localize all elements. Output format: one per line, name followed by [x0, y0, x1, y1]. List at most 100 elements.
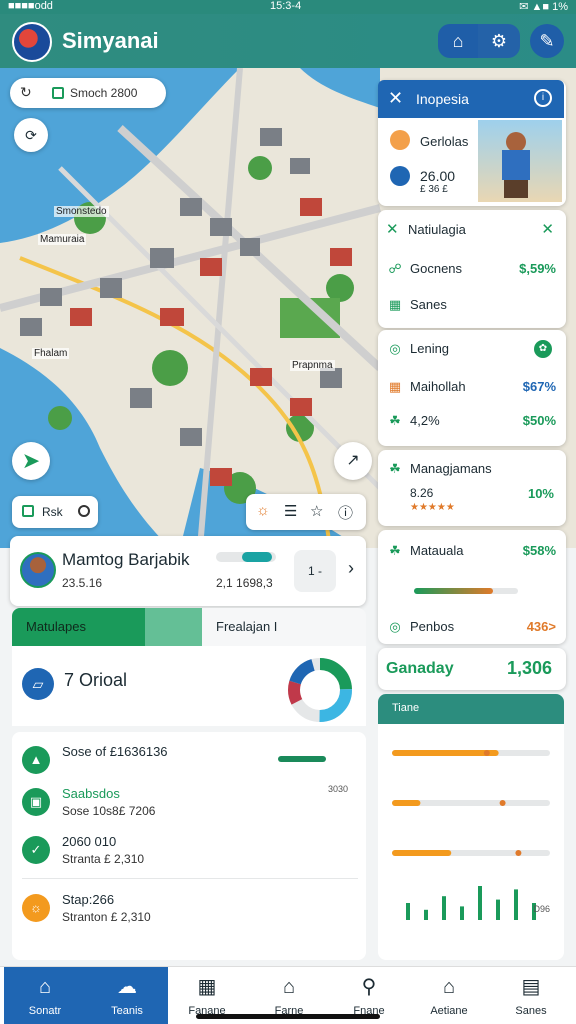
map-label: Prapnma [290, 360, 335, 371]
app-logo [12, 22, 52, 62]
layers-icon[interactable]: ☰ [284, 502, 297, 520]
map-label: Smonstedo [54, 206, 109, 217]
nav-item-sonatr[interactable]: ⌂ Sonatr [4, 967, 86, 1024]
nav-label: Teanis [111, 1005, 143, 1017]
item-sub: Sose 10s8£ 7206 [62, 804, 156, 818]
navigate-icon[interactable]: ➤ [12, 442, 50, 480]
map-search-chip[interactable]: ↻ Smoch 2800 [10, 78, 166, 108]
card1-value: 26.00 [420, 168, 456, 184]
list-item[interactable]: ▣ Saabsdos Sose 10s8£ 7206 3030 [22, 784, 358, 834]
checkbox-icon [22, 505, 34, 517]
summary-card: ▱ 7 Orioal [12, 646, 366, 726]
nav-label: Sanes [515, 1005, 547, 1017]
side-card-1: ✕ Inopesia i Gerlolas 26.00 £ 36 £ [378, 80, 566, 206]
nav-item-sanes[interactable]: ▤ Sanes [490, 967, 572, 1024]
chart-spark-bar [514, 889, 518, 920]
info-icon[interactable]: ⓘ [338, 502, 353, 523]
item-title: 2060 010 [62, 834, 117, 849]
side-card-3: ◎ Lening ✿ ▦ Maihollah $67% ☘ 4,2% $50% [378, 330, 566, 446]
nav-item-teanis[interactable]: ☁ Teanis [86, 967, 168, 1024]
item-sub: Stranton £ 2,310 [62, 910, 151, 924]
chart-bar [392, 750, 499, 756]
item-title: Sose of £1636136 [62, 744, 168, 759]
mini-chart: Tiane D96 [378, 694, 564, 960]
row-value: $,59% [519, 261, 556, 276]
tower-icon: ▱ [22, 668, 54, 700]
home-outline-icon[interactable]: ⌂ [438, 24, 478, 58]
chart-spark-bar [496, 899, 500, 920]
chevron-right-icon[interactable]: › [348, 558, 354, 579]
nav-item-aetiane[interactable]: ⌂ Aetiane [408, 967, 490, 1024]
chart-spark-bar [478, 886, 482, 920]
shield-icon: ☍ [388, 261, 402, 276]
house-icon: ⌂ [442, 976, 456, 998]
edit-icon[interactable]: ✎ [530, 24, 564, 58]
home-indicator [196, 1014, 380, 1019]
nav-label: Sonatr [28, 1005, 62, 1017]
row-label: Lening [410, 341, 450, 356]
map-label: Mamuraia [38, 234, 87, 245]
chart-bar [392, 800, 421, 806]
house-icon: ⌂ [282, 976, 296, 998]
card1-sub: £ 36 £ [420, 184, 448, 195]
row-value: 436> [526, 619, 556, 634]
radio-icon [78, 505, 90, 517]
row-label: Gocnens [410, 261, 463, 276]
pin-icon[interactable]: ✿ [534, 340, 552, 358]
location-icon[interactable]: ⟳ [14, 118, 48, 152]
refresh-icon[interactable]: ↻ [20, 84, 32, 101]
row-label: Managjamans [410, 461, 492, 476]
item-title: Stap:266 [62, 892, 115, 907]
expand-icon[interactable]: ↗ [334, 442, 372, 480]
sun-icon [390, 130, 410, 150]
chart-spark-bar [442, 896, 446, 920]
row-label: Maihollah [410, 379, 466, 394]
leaf-icon: ☘ [389, 461, 401, 476]
target-icon: ◎ [389, 341, 401, 356]
leaf-icon: ☘ [389, 413, 401, 428]
tag-icon: ✓ [22, 836, 50, 864]
close-icon[interactable]: ✕ [388, 88, 403, 109]
status-right: ✉ ▲■ 1% [519, 1, 568, 13]
risk-chip[interactable]: Rsk [12, 496, 98, 528]
illustration-image [478, 120, 562, 202]
search-icon: ⚲ [361, 976, 377, 998]
page-indicator[interactable]: 1 - [294, 550, 336, 592]
profile-progress [216, 552, 276, 562]
list-item[interactable]: ✓ 2060 010 Stranta £ 2,310 [22, 832, 358, 882]
side-card-5: ☘ Matauala $58% ◎ Penbos 436> [378, 530, 566, 644]
chart-title: Tiane [392, 702, 420, 714]
map-toolbar: ☼ ☰ ☆ ⓘ [246, 494, 366, 530]
profile-card[interactable]: Mamtog Barjabik 23.5.16 2,1 1698,3 1 - › [10, 536, 366, 606]
tab-bar: Matulapes Frealajan I [12, 608, 366, 646]
chart-spark-bar [406, 903, 410, 920]
nav-label: Aetiane [430, 1005, 468, 1017]
info-icon[interactable]: i [534, 89, 552, 107]
tab-matulapes[interactable]: Matulapes [12, 608, 202, 646]
list-item[interactable]: ☼ Stap:266 Stranton £ 2,310 [22, 890, 358, 940]
row-label: Matauala [410, 543, 464, 558]
close-icon[interactable]: ✕ [386, 220, 399, 238]
row-label: Sanes [410, 297, 447, 312]
gear-icon[interactable]: ⚙ [478, 24, 520, 58]
row-value: 10% [527, 486, 554, 501]
sun-icon[interactable]: ☼ [256, 502, 270, 519]
bag-icon[interactable]: ☆ [310, 502, 323, 520]
map-label: Fhalam [32, 348, 70, 359]
status-left: ■■■■odd [8, 0, 53, 12]
profile-name: Mamtog Barjabik [62, 550, 190, 569]
layer-icon [52, 87, 64, 99]
chart-point [499, 800, 506, 806]
item-bar [278, 756, 326, 762]
totals-value: 1,306 [506, 658, 552, 678]
target-icon: ◎ [389, 619, 401, 634]
close-icon[interactable]: ✕ [541, 220, 554, 238]
tab-label: Matulapes [26, 619, 86, 634]
donut-chart [288, 658, 352, 722]
chart-point [483, 750, 490, 756]
row-label: Penbos [410, 619, 455, 634]
tab-frealajan[interactable]: Frealajan I [202, 608, 366, 646]
side-card-2: ✕ Natiulagia ✕ ☍ Gocnens $,59% ▦ Sanes [378, 210, 566, 328]
leaf-icon: ☘ [389, 543, 401, 558]
app-title: Simyanai [62, 28, 159, 53]
